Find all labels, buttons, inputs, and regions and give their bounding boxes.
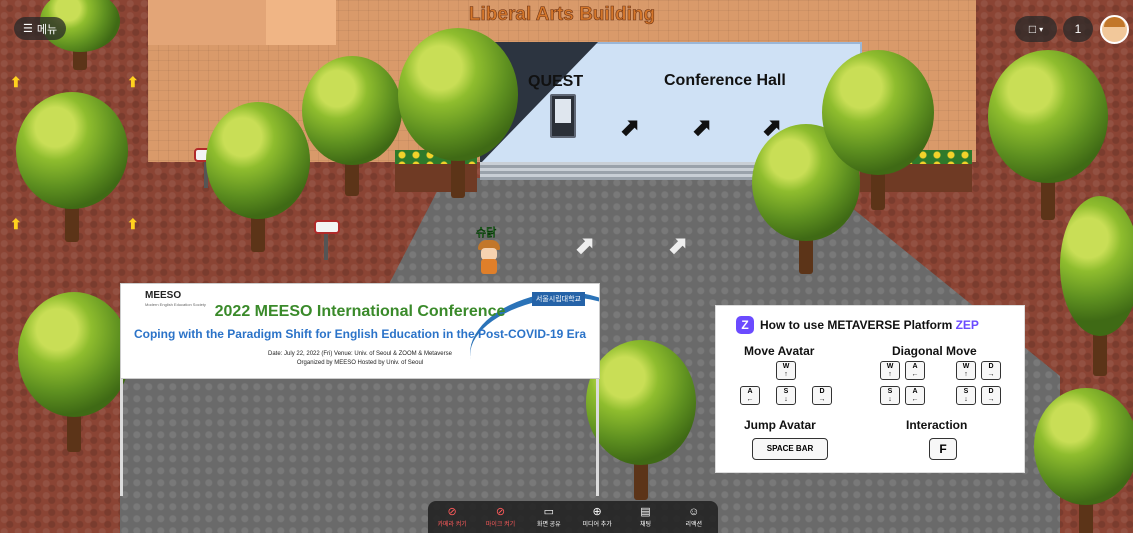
tree bbox=[988, 50, 1108, 220]
key-a: A ← bbox=[905, 361, 925, 380]
meeso-logo: MEESO bbox=[145, 290, 182, 301]
screen-share-icon: ▭ bbox=[543, 506, 555, 518]
arrow-icon: ⬈ bbox=[692, 114, 713, 141]
arrow-icon: ⬈ bbox=[620, 114, 641, 141]
banner-subtitle: Coping with the Paradigm Shift for Engli… bbox=[133, 327, 587, 341]
key-w: W ↑ bbox=[776, 361, 796, 380]
plus-circle-icon: ⊕ bbox=[592, 506, 602, 518]
banner-pole bbox=[120, 376, 123, 496]
screen-share-button[interactable]: ▭ 화면 공유 bbox=[527, 506, 571, 528]
key-a: A ← bbox=[740, 386, 760, 405]
up-arrow-icon: ⬆ bbox=[10, 74, 22, 90]
tree bbox=[1060, 196, 1133, 376]
arrow-icon: ⬈ bbox=[668, 232, 689, 259]
interaction-heading: Interaction bbox=[906, 418, 968, 432]
conference-banner[interactable]: MEESO Modern English Education Society 서… bbox=[120, 283, 600, 379]
player-count-button[interactable]: 1 bbox=[1063, 16, 1093, 42]
jump-avatar-heading: Jump Avatar bbox=[744, 418, 816, 432]
guide-title: How to use METAVERSE Platform ZEP bbox=[760, 318, 979, 332]
quest-label: QUEST bbox=[528, 73, 584, 90]
key-d: D → bbox=[981, 361, 1001, 380]
key-d: D → bbox=[981, 386, 1001, 405]
up-arrow-icon: ⬆ bbox=[127, 216, 139, 232]
reaction-label: 리액션 bbox=[685, 522, 703, 528]
key-f: F bbox=[929, 438, 957, 460]
player-avatar[interactable] bbox=[478, 240, 500, 274]
menu-button[interactable]: ☰ 메뉴 bbox=[14, 17, 66, 40]
tree bbox=[1034, 388, 1133, 533]
signpost[interactable] bbox=[314, 220, 340, 260]
banner-date-venue: Date: July 22, 2022 (Fri) Venue: Univ. o… bbox=[268, 351, 452, 357]
building-title: Liberal Arts Building bbox=[468, 4, 656, 26]
hamburger-icon: ☰ bbox=[23, 23, 33, 35]
camera-toggle-button[interactable]: ⊘ 카메라 켜기 bbox=[430, 506, 474, 528]
key-a: A ← bbox=[905, 386, 925, 405]
move-avatar-heading: Move Avatar bbox=[744, 344, 815, 358]
mic-off-icon: ⊘ bbox=[495, 506, 506, 518]
tree bbox=[398, 28, 518, 198]
controls-guide-board[interactable]: Z How to use METAVERSE Platform ZEP Move… bbox=[715, 305, 1025, 473]
chat-button[interactable]: ▤ 채팅 bbox=[623, 506, 667, 528]
caret-down-icon: ▾ bbox=[1039, 24, 1044, 34]
game-map[interactable]: Liberal Arts Building QUEST Conference H… bbox=[0, 0, 1133, 533]
banner-pole bbox=[596, 376, 599, 496]
reaction-button[interactable]: ☺ 리액션 bbox=[672, 506, 716, 528]
conference-hall-label: Conference Hall bbox=[664, 72, 786, 89]
banner-title: 2022 MEESO International Conference bbox=[214, 303, 506, 320]
key-s: S ↓ bbox=[880, 386, 900, 405]
up-arrow-icon: ⬆ bbox=[127, 74, 139, 90]
tree bbox=[16, 92, 128, 242]
banner-organizers: Organized by MEESO Hosted by Univ. of Se… bbox=[296, 360, 424, 366]
smile-icon: ☺ bbox=[688, 506, 700, 518]
arrow-icon: ⬈ bbox=[575, 232, 596, 259]
avatar-name-tag: 슈닭 bbox=[476, 227, 497, 239]
add-media-label: 미디어 추가 bbox=[582, 522, 612, 528]
tree bbox=[206, 102, 310, 252]
key-space-bar: SPACE BAR bbox=[752, 438, 828, 460]
mic-toggle-button[interactable]: ⊘ 마이크 켜기 bbox=[478, 506, 522, 528]
bottom-toolbar: ⊘ 카메라 켜기 ⊘ 마이크 켜기 ▭ 화면 공유 ⊕ 미디어 추가 ▤ 채팅 … bbox=[428, 501, 718, 533]
key-w: W ↑ bbox=[880, 361, 900, 380]
tree bbox=[18, 292, 130, 452]
screen-share-label: 화면 공유 bbox=[536, 522, 561, 528]
view-mode-button[interactable]: □ ▾ bbox=[1015, 16, 1057, 42]
profile-avatar[interactable] bbox=[1100, 15, 1129, 44]
player-count: 1 bbox=[1074, 22, 1082, 36]
camera-label: 카메라 켜기 bbox=[437, 522, 467, 528]
camera-off-icon: ⊘ bbox=[447, 506, 457, 518]
key-w: W ↑ bbox=[956, 361, 976, 380]
diagonal-move-heading: Diagonal Move bbox=[892, 344, 977, 358]
key-d: D → bbox=[812, 386, 832, 405]
chat-icon: ▤ bbox=[640, 506, 651, 518]
key-s: S ↓ bbox=[956, 386, 976, 405]
square-icon: □ bbox=[1028, 22, 1037, 36]
zep-logo-icon: Z bbox=[736, 316, 754, 334]
key-s: S ↓ bbox=[776, 386, 796, 405]
tree bbox=[586, 340, 696, 500]
chat-label: 채팅 bbox=[639, 522, 651, 528]
quest-kiosk[interactable] bbox=[550, 94, 576, 138]
tree bbox=[302, 56, 402, 196]
add-media-button[interactable]: ⊕ 미디어 추가 bbox=[575, 506, 619, 528]
tree bbox=[822, 50, 934, 210]
mic-label: 마이크 켜기 bbox=[485, 522, 516, 528]
menu-label: 메뉴 bbox=[36, 23, 58, 36]
